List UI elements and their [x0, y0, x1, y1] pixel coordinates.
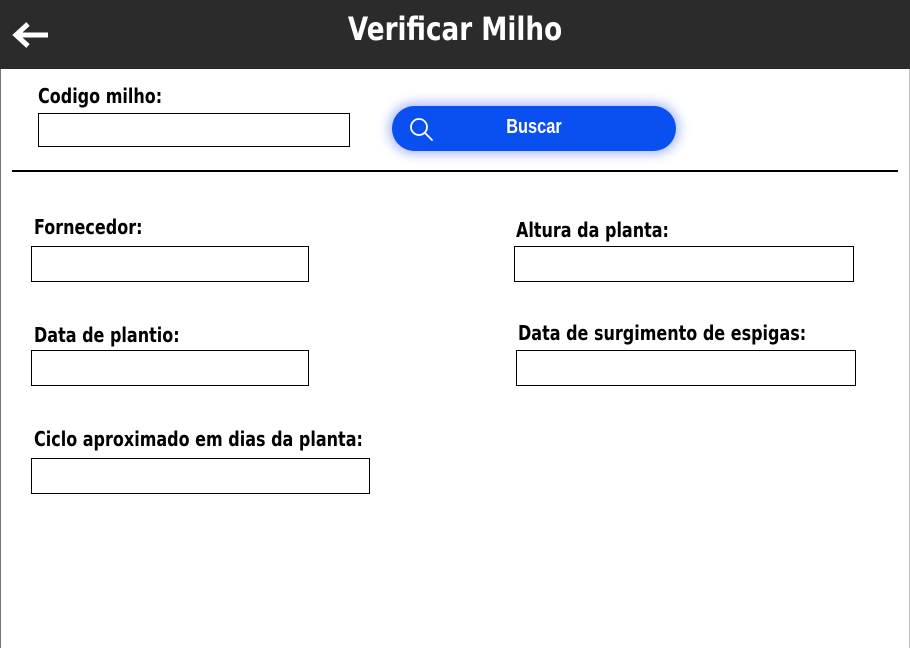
data-espigas-label: Data de surgimento de espigas:: [518, 321, 807, 345]
data-plantio-label: Data de plantio:: [34, 323, 180, 347]
arrow-left-icon[interactable]: [10, 20, 52, 50]
window-border-left: [0, 0, 1, 648]
search-button-label: Buscar: [506, 116, 562, 138]
altura-field[interactable]: [514, 246, 854, 282]
app-header: Verificar Milho: [0, 0, 910, 69]
search-button[interactable]: Buscar: [392, 106, 676, 151]
fornecedor-field[interactable]: [31, 246, 309, 282]
code-label: Codigo milho:: [38, 84, 163, 108]
page-title: Verificar Milho: [347, 10, 563, 48]
altura-label: Altura da planta:: [516, 218, 669, 242]
code-input[interactable]: [38, 113, 350, 147]
fornecedor-label: Fornecedor:: [34, 215, 143, 239]
data-espigas-field[interactable]: [516, 350, 856, 386]
divider: [12, 170, 898, 172]
ciclo-label: Ciclo aproximado em dias da planta:: [34, 427, 363, 451]
ciclo-field[interactable]: [31, 458, 370, 494]
data-plantio-field[interactable]: [31, 350, 309, 386]
